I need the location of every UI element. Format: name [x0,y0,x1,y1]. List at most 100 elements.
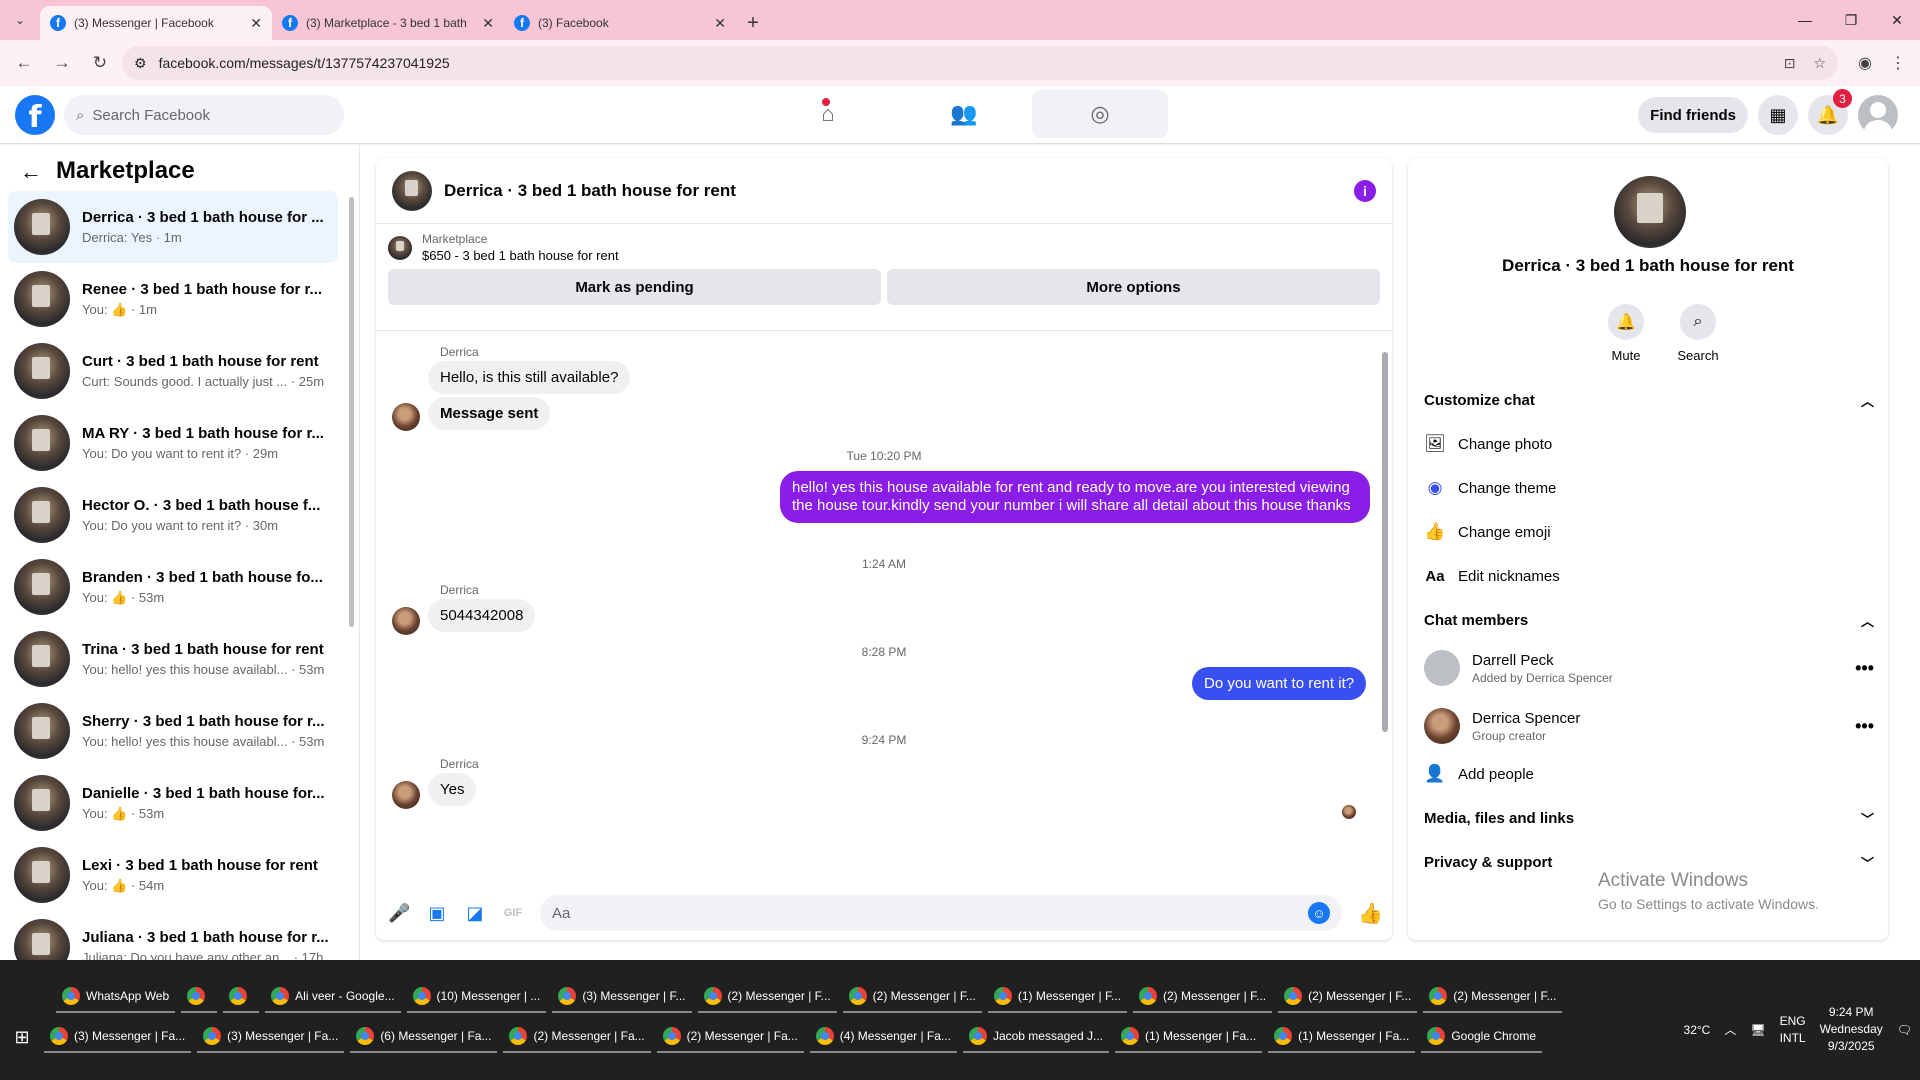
close-tab-icon[interactable]: ✕ [482,15,494,32]
sender-avatar[interactable] [392,607,420,635]
gif-icon[interactable]: GIF [502,907,524,919]
profile-icon[interactable]: ◉ [1858,53,1872,73]
message-bubble[interactable]: Hello, is this still available? [428,361,631,394]
windows-start-icon[interactable]: ⊞ [0,1027,44,1048]
notifications-bell-icon[interactable]: 🔔 3 [1808,89,1852,135]
conversation-item[interactable]: MA RY · 3 bed 1 bath house for r... You: … [8,407,338,479]
menu-kebab-icon[interactable]: ⋮ [1890,53,1906,73]
restore-icon[interactable]: ❐ [1828,0,1874,40]
install-app-icon[interactable]: ⊡ [1784,55,1796,72]
find-friends-button[interactable]: Find friends [1638,97,1748,133]
taskbar-app-button[interactable]: (3) Messenger | Fa... [197,1021,345,1053]
tab-facebook[interactable]: f (3) Facebook ✕ [504,6,736,40]
tab-marketplace[interactable]: f (3) Marketplace - 3 bed 1 bath ✕ [272,6,504,40]
tab-messenger[interactable]: f (3) Messenger | Facebook ✕ [40,6,272,40]
conversation-item[interactable]: Danielle · 3 bed 1 bath house for... You:… [8,767,338,839]
edit-nicknames-item[interactable]: Aa Edit nicknames [1424,556,1874,596]
taskbar-app-button[interactable]: WhatsApp Web [56,981,176,1013]
customize-chat-section[interactable]: Customize chat ︿ [1424,380,1874,420]
network-icon[interactable]: 🖥 [1750,1023,1765,1037]
search-button[interactable]: ⌕ Search [1668,304,1728,363]
taskbar-app-button[interactable]: (1) Messenger | Fa... [1115,1021,1263,1053]
back-arrow-icon[interactable]: ← [20,159,42,185]
more-options-button[interactable]: More options [887,269,1380,305]
site-info-icon[interactable]: ⚙ [134,55,147,72]
conversation-item[interactable]: Branden · 3 bed 1 bath house fo... You: 👍… [8,551,338,623]
facebook-logo[interactable]: f [15,95,55,135]
taskbar-app-button[interactable]: (4) Messenger | Fa... [809,1021,957,1053]
close-window-icon[interactable]: ✕ [1874,0,1920,40]
conversation-item[interactable]: Curt · 3 bed 1 bath house for rent Curt: … [8,335,338,407]
sidebar-scrollbar[interactable] [349,197,354,627]
chat-avatar[interactable] [392,170,432,211]
taskbar-app-button[interactable]: (6) Messenger | Fa... [350,1021,498,1053]
message-bubble[interactable]: 5044342008 [428,599,536,632]
conversation-item[interactable]: Trina · 3 bed 1 bath house for rent You: … [8,623,338,695]
bookmark-star-icon[interactable]: ☆ [1813,55,1826,72]
sender-avatar[interactable] [392,403,420,431]
chat-scrollbar[interactable] [1382,352,1388,732]
taskbar-app-button[interactable]: Ali veer - Google... [265,981,401,1013]
taskbar-app-button[interactable]: (3) Messenger | Fa... [44,1021,192,1053]
conversation-avatar[interactable] [1614,176,1686,248]
sticker-icon[interactable]: ◪ [464,903,486,924]
taskbar-app-button[interactable]: (2) Messenger | F... [842,981,982,1013]
info-icon[interactable]: i [1354,179,1376,202]
forward-icon[interactable]: → [46,47,78,79]
mute-button[interactable]: 🔔 Mute [1596,304,1656,363]
reload-icon[interactable]: ↻ [84,47,116,79]
tab-search-icon[interactable]: ⌄ [0,0,40,40]
taskbar-app-button[interactable]: (2) Messenger | F... [697,981,837,1013]
conversation-item[interactable]: Renee · 3 bed 1 bath house for r... You: … [8,263,338,335]
more-dots-icon[interactable]: ••• [1855,716,1874,737]
more-dots-icon[interactable]: ••• [1855,658,1874,679]
language-indicator[interactable]: ENG INTL [1780,1013,1806,1047]
close-tab-icon[interactable]: ✕ [714,15,726,32]
chat-title[interactable]: Derrica · 3 bed 1 bath house for rent [444,181,1342,201]
home-icon[interactable]: ⌂ [760,90,896,138]
weather-temp[interactable]: 32°C [1684,1023,1711,1037]
account-avatar[interactable] [1858,95,1898,135]
conversation-item[interactable]: Sherry · 3 bed 1 bath house for r... You:… [8,695,338,767]
message-bubble-outgoing[interactable]: Do you want to rent it? [1192,667,1367,700]
change-theme-item[interactable]: ◉ Change theme [1424,468,1874,508]
member-row[interactable]: Darrell Peck Added by Derrica Spencer ••… [1424,650,1874,686]
taskbar-app-button[interactable]: (2) Messenger | F... [1278,981,1418,1013]
menu-grid-icon[interactable]: ▦ [1758,95,1798,135]
back-icon[interactable]: ← [8,47,40,79]
mark-as-pending-button[interactable]: Mark as pending [388,269,881,305]
message-bubble[interactable]: Message sent [428,397,551,430]
listing-title[interactable]: $650 - 3 bed 1 bath house for rent [422,248,619,263]
conversation-item[interactable]: Hector O. · 3 bed 1 bath house f... You: … [8,479,338,551]
close-tab-icon[interactable]: ✕ [250,15,262,32]
taskbar-app-button[interactable]: (2) Messenger | Fa... [656,1021,804,1053]
tray-overflow-icon[interactable]: ︿ [1724,1021,1736,1038]
taskbar-app-button[interactable]: (1) Messenger | F... [987,981,1127,1013]
microphone-icon[interactable]: 🎤 [388,903,410,924]
new-tab-button[interactable]: + [736,6,770,40]
message-bubble-outgoing[interactable]: hello! yes this house available for rent… [780,471,1370,523]
taskbar-app-button[interactable]: (2) Messenger | F... [1132,981,1273,1013]
search-input[interactable]: ⌕ Search Facebook [64,95,344,135]
media-section[interactable]: Media, files and links ﹀ [1424,798,1874,838]
add-people-item[interactable]: 👤 Add people [1424,754,1874,794]
notifications-center-icon[interactable]: 🗨 [1897,1023,1912,1037]
member-row[interactable]: Derrica Spencer Group creator ••• [1424,708,1874,744]
taskbar-app-button[interactable]: (2) Messenger | Fa... [503,1021,651,1053]
groups-icon[interactable]: ◎ [1032,90,1168,138]
thumbs-up-icon[interactable]: 👍 [1358,901,1383,926]
message-bubble[interactable]: Yes [428,773,477,806]
taskbar-app-button[interactable]: Jacob messaged J... [962,1021,1109,1053]
chat-members-section[interactable]: Chat members ︿ [1424,600,1874,640]
taskbar-app-button[interactable]: (10) Messenger | ... [406,981,547,1013]
minimize-icon[interactable]: — [1782,0,1828,40]
taskbar-app-button[interactable] [181,981,218,1013]
message-input[interactable]: Aa ☺ [540,895,1342,931]
photo-icon[interactable]: ▣ [426,903,448,924]
taskbar-app-button[interactable] [223,981,260,1013]
taskbar-app-button[interactable]: (1) Messenger | Fa... [1268,1021,1416,1053]
friends-icon[interactable]: 👥 [896,90,1032,138]
listing-thumbnail[interactable] [388,235,412,260]
change-emoji-item[interactable]: 👍 Change emoji [1424,512,1874,552]
sender-avatar[interactable] [392,781,420,809]
